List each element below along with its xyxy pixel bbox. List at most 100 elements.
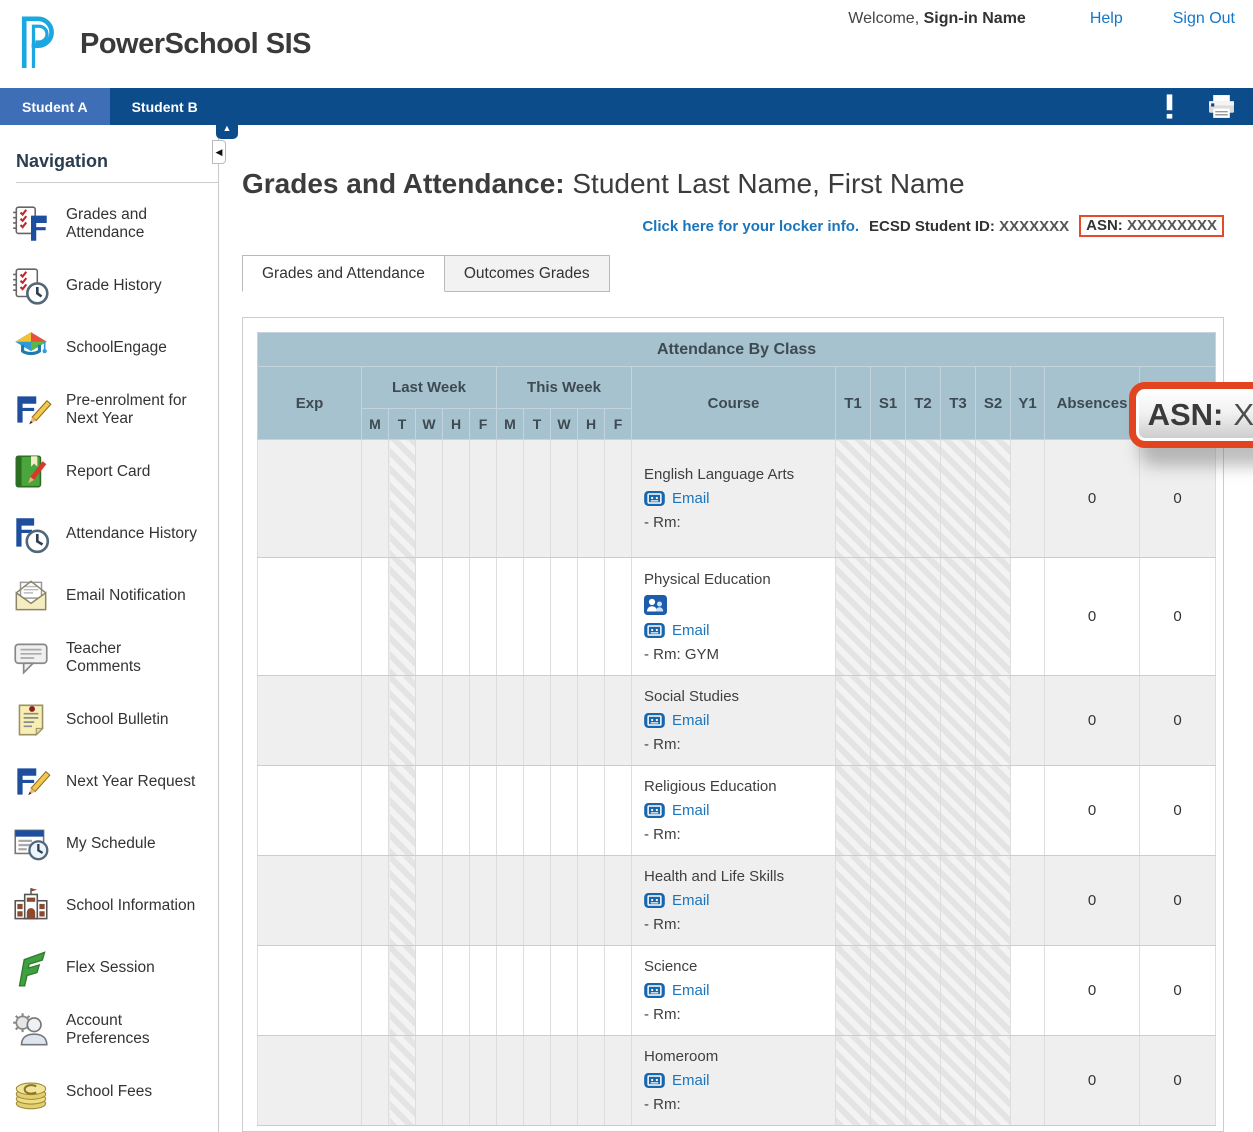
teacher-email-link[interactable]: Email (672, 892, 710, 909)
next-year-request-icon (8, 760, 54, 804)
day-cell (551, 1036, 578, 1126)
exp-cell (258, 1036, 362, 1126)
term-cell-s2 (976, 946, 1011, 1036)
alert-icon[interactable] (1163, 94, 1176, 119)
col-header-day-lastweek-0: M (362, 409, 389, 440)
powerschool-logo-icon (14, 11, 66, 78)
sidebar-item-school-bulletin[interactable]: School Bulletin (0, 689, 218, 751)
course-cell: English Language ArtsEmail- Rm: (632, 440, 836, 558)
locker-info-link[interactable]: Click here for your locker info. (642, 218, 859, 235)
day-cell (416, 946, 443, 1036)
col-header-day-lastweek-4: F (470, 409, 497, 440)
tardies-cell: 0 (1140, 946, 1216, 1036)
day-cell (416, 856, 443, 946)
teacher-email-link[interactable]: Email (672, 982, 710, 999)
course-cell: HomeroomEmail- Rm: (632, 1036, 836, 1126)
course-name: Religious Education (644, 778, 823, 795)
grade-history-icon (8, 264, 54, 308)
attendance-by-class-table: Attendance By Class Exp Last Week This W… (257, 332, 1216, 1126)
sidebar-item-my-schedule[interactable]: My Schedule (0, 813, 218, 875)
sidebar-divider (16, 182, 218, 183)
course-cell: Physical EducationEmail- Rm: GYM (632, 558, 836, 676)
teacher-email-link[interactable]: Email (672, 622, 710, 639)
col-header-day-thisweek-2: W (551, 409, 578, 440)
sidebar-item-account-preferences[interactable]: Account Preferences (0, 999, 218, 1061)
day-cell (416, 766, 443, 856)
signed-in-user: Sign-in Name (924, 10, 1026, 27)
teacher-email-link[interactable]: Email (672, 1072, 710, 1089)
day-cell (551, 946, 578, 1036)
teacher-email-link[interactable]: Email (672, 712, 710, 729)
course-name: Homeroom (644, 1048, 823, 1065)
term-cell-y1 (1011, 946, 1045, 1036)
day-cell (443, 440, 470, 558)
top-header: PowerSchool SIS Welcome, Sign-in Name He… (0, 0, 1253, 88)
teacher-email-link[interactable]: Email (672, 802, 710, 819)
term-cell-s1 (871, 1036, 906, 1126)
collapse-up-handle[interactable]: ▲ (216, 120, 238, 139)
sidebar-item-flex-session[interactable]: Flex Session (0, 937, 218, 999)
sidebar-item-school-fees[interactable]: School Fees (0, 1061, 218, 1123)
sidebar-item-next-year-request[interactable]: Next Year Request (0, 751, 218, 813)
day-cell (443, 946, 470, 1036)
day-cell (605, 1036, 632, 1126)
teachers-icon[interactable] (644, 595, 823, 615)
day-cell (443, 856, 470, 946)
sidebar-item-label: Attendance History (66, 525, 198, 543)
room-text: - Rm: (644, 916, 823, 933)
term-cell-y1 (1011, 766, 1045, 856)
help-link[interactable]: Help (1090, 10, 1123, 28)
collapse-sidebar-handle[interactable]: ◀ (212, 140, 226, 164)
sidebar-item-label: Teacher Comments (66, 640, 198, 676)
tab-grades-and-attendance[interactable]: Grades and Attendance (242, 255, 445, 292)
day-cell (497, 946, 524, 1036)
page-title: Grades and Attendance: Student Last Name… (242, 125, 1224, 200)
sidebar-item-attendance-history[interactable]: Attendance History (0, 503, 218, 565)
schoolengage-icon (8, 326, 54, 370)
sidebar-item-report-card[interactable]: Report Card (0, 441, 218, 503)
day-cell (470, 856, 497, 946)
col-header-course: Course (632, 367, 836, 440)
course-row: Physical EducationEmail- Rm: GYM00 (258, 558, 1216, 676)
navigation-sidebar: Navigation Grades and AttendanceGrade Hi… (0, 125, 219, 1132)
exp-cell (258, 558, 362, 676)
day-cell (524, 676, 551, 766)
attendance-history-icon (8, 512, 54, 556)
day-cell (470, 766, 497, 856)
sidebar-item-grades-and-attendance[interactable]: Grades and Attendance (0, 193, 218, 255)
teacher-email-link[interactable]: Email (672, 490, 710, 507)
term-cell-s1 (871, 440, 906, 558)
day-cell (578, 440, 605, 558)
asn-highlight-box: ASN: XXXXXXXXX (1079, 215, 1224, 237)
sidebar-item-teacher-comments[interactable]: Teacher Comments (0, 627, 218, 689)
student-tab-b[interactable]: Student B (110, 88, 220, 125)
asn-callout: ASN:XXXXXXXXX (1129, 382, 1253, 448)
term-cell-t1 (836, 440, 871, 558)
student-tab-a[interactable]: Student A (0, 88, 110, 125)
sidebar-item-pre-enrolment-for-next-year[interactable]: Pre-enrolment for Next Year (0, 379, 218, 441)
sign-out-link[interactable]: Sign Out (1173, 10, 1235, 28)
sidebar-item-label: School Fees (66, 1083, 198, 1101)
term-cell-t1 (836, 766, 871, 856)
day-cell (362, 766, 389, 856)
term-cell-y1 (1011, 558, 1045, 676)
tab-outcomes-grades[interactable]: Outcomes Grades (445, 255, 610, 292)
sidebar-item-school-information[interactable]: School Information (0, 875, 218, 937)
sidebar-item-email-notification[interactable]: Email Notification (0, 565, 218, 627)
term-cell-t3 (941, 440, 976, 558)
day-cell (416, 440, 443, 558)
sidebar-item-grade-history[interactable]: Grade History (0, 255, 218, 317)
sidebar-item-schoolengage[interactable]: SchoolEngage (0, 317, 218, 379)
exp-cell (258, 676, 362, 766)
term-cell-t3 (941, 946, 976, 1036)
day-cell (551, 440, 578, 558)
course-row: Social StudiesEmail- Rm:00 (258, 676, 1216, 766)
tardies-cell: 0 (1140, 766, 1216, 856)
pre-enrolment-icon (8, 388, 54, 432)
course-name: Social Studies (644, 688, 823, 705)
absences-cell: 0 (1045, 676, 1140, 766)
day-cell (389, 856, 416, 946)
sidebar-item-label: Report Card (66, 463, 198, 481)
printer-icon[interactable] (1208, 95, 1235, 119)
term-cell-s2 (976, 676, 1011, 766)
